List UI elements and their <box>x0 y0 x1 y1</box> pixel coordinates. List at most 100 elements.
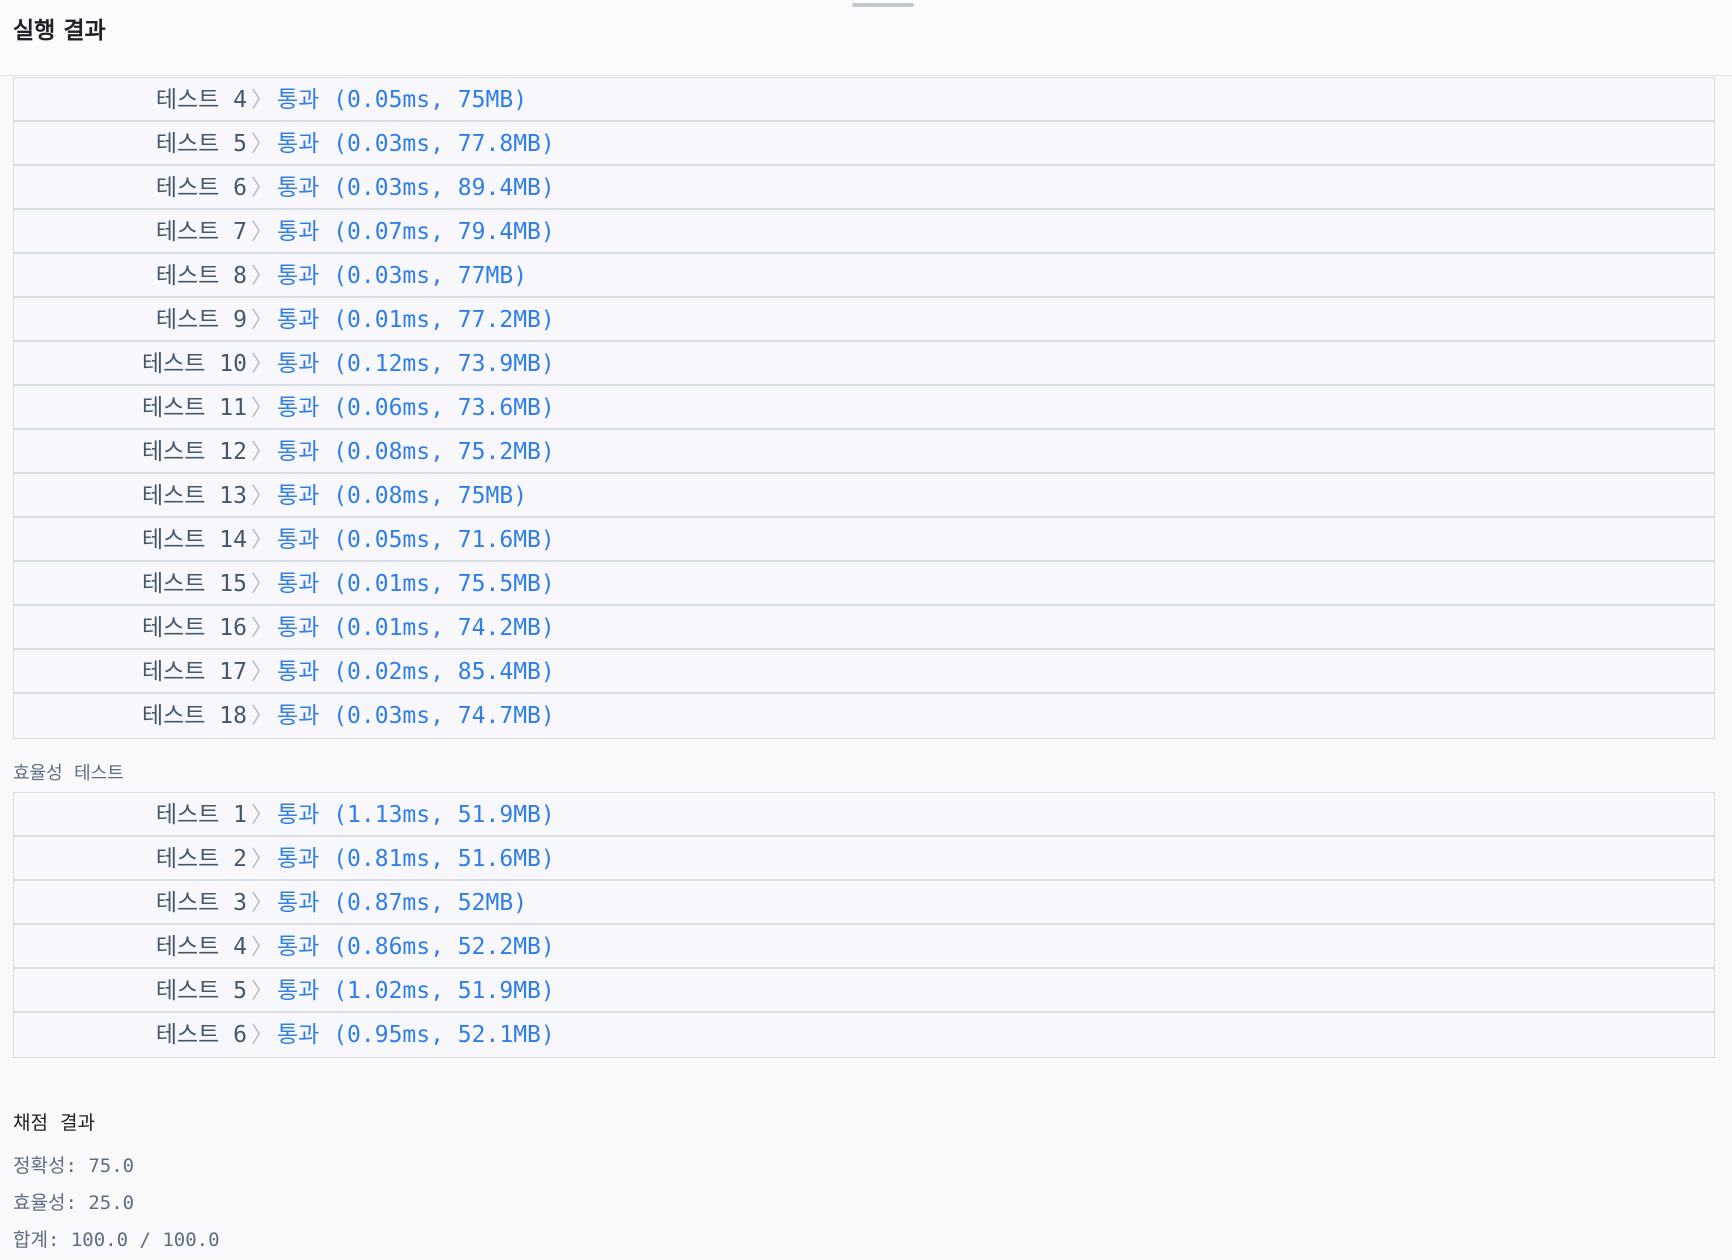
pass-status: 통과 <box>277 527 320 553</box>
test-metrics: (0.01ms, 74.2MB) <box>333 615 555 641</box>
result-row: 테스트 6 〉 통과 (0.03ms, 89.4MB) <box>14 166 1714 210</box>
test-label: 테스트 5 <box>155 131 247 157</box>
test-metrics: (0.02ms, 85.4MB) <box>333 659 555 685</box>
test-metrics: (0.03ms, 77MB) <box>333 263 528 289</box>
test-label: 테스트 17 <box>141 659 247 685</box>
test-label: 테스트 13 <box>141 483 247 509</box>
test-metrics: (0.07ms, 79.4MB) <box>333 219 555 245</box>
chevron-right-icon: 〉 <box>250 935 273 960</box>
efficiency-results-list: 테스트 1 〉 통과 (1.13ms, 51.9MB) 테스트 2 〉 통과 (0.81m… <box>13 792 1715 1058</box>
efficiency-section-label: 효율성 테스트 <box>13 763 124 784</box>
pass-status: 통과 <box>277 483 320 509</box>
pass-status: 통과 <box>277 978 320 1004</box>
pass-status: 통과 <box>277 131 320 157</box>
pass-status: 통과 <box>277 439 320 465</box>
pass-status: 통과 <box>277 615 320 641</box>
result-row: 테스트 6 〉 통과 (0.95ms, 52.1MB) <box>14 1013 1714 1057</box>
test-label: 테스트 3 <box>155 890 247 916</box>
test-metrics: (0.08ms, 75.2MB) <box>333 439 555 465</box>
test-label: 테스트 1 <box>155 802 247 828</box>
result-row: 테스트 8 〉 통과 (0.03ms, 77MB) <box>14 254 1714 298</box>
result-row: 테스트 13 〉 통과 (0.08ms, 75MB) <box>14 474 1714 518</box>
pass-status: 통과 <box>277 263 320 289</box>
result-row: 테스트 5 〉 통과 (1.02ms, 51.9MB) <box>14 969 1714 1013</box>
test-label: 테스트 5 <box>155 978 247 1004</box>
test-label: 테스트 15 <box>141 571 247 597</box>
chevron-right-icon: 〉 <box>250 440 273 465</box>
chevron-right-icon: 〉 <box>250 308 273 333</box>
result-row: 테스트 2 〉 통과 (0.81ms, 51.6MB) <box>14 837 1714 881</box>
grading-title: 채점 결과 <box>13 1112 95 1134</box>
pass-status: 통과 <box>277 703 320 729</box>
result-row: 테스트 3 〉 통과 (0.87ms, 52MB) <box>14 881 1714 925</box>
test-metrics: (0.95ms, 52.1MB) <box>333 1022 555 1048</box>
pass-status: 통과 <box>277 395 320 421</box>
efficiency-score: 효율성: 25.0 <box>13 1192 135 1214</box>
resize-handle[interactable] <box>852 3 914 7</box>
result-row: 테스트 5 〉 통과 (0.03ms, 77.8MB) <box>14 122 1714 166</box>
test-metrics: (0.01ms, 75.5MB) <box>333 571 555 597</box>
test-label: 테스트 8 <box>155 263 247 289</box>
chevron-right-icon: 〉 <box>250 847 273 872</box>
chevron-right-icon: 〉 <box>250 220 273 245</box>
test-metrics: (0.08ms, 75MB) <box>333 483 528 509</box>
panel-title: 실행 결과 <box>13 18 106 44</box>
test-label: 테스트 4 <box>155 934 247 960</box>
test-label: 테스트 7 <box>155 219 247 245</box>
test-label: 테스트 18 <box>141 703 247 729</box>
pass-status: 통과 <box>277 175 320 201</box>
result-row: 테스트 11 〉 통과 (0.06ms, 73.6MB) <box>14 386 1714 430</box>
test-metrics: (0.03ms, 74.7MB) <box>333 703 555 729</box>
chevron-right-icon: 〉 <box>250 891 273 916</box>
chevron-right-icon: 〉 <box>250 88 273 113</box>
pass-status: 통과 <box>277 351 320 377</box>
pass-status: 통과 <box>277 934 320 960</box>
test-label: 테스트 10 <box>141 351 247 377</box>
test-label: 테스트 6 <box>155 175 247 201</box>
test-metrics: (0.05ms, 75MB) <box>333 87 528 113</box>
result-row: 테스트 12 〉 통과 (0.08ms, 75.2MB) <box>14 430 1714 474</box>
test-metrics: (0.03ms, 77.8MB) <box>333 131 555 157</box>
chevron-right-icon: 〉 <box>250 396 273 421</box>
pass-status: 통과 <box>277 307 320 333</box>
chevron-right-icon: 〉 <box>250 132 273 157</box>
accuracy-results-list: 테스트 4 〉 통과 (0.05ms, 75MB) 테스트 5 〉 통과 (0.03ms,… <box>13 77 1715 739</box>
result-row: 테스트 9 〉 통과 (0.01ms, 77.2MB) <box>14 298 1714 342</box>
test-label: 테스트 9 <box>155 307 247 333</box>
test-metrics: (0.81ms, 51.6MB) <box>333 846 555 872</box>
pass-status: 통과 <box>277 846 320 872</box>
test-label: 테스트 6 <box>155 1022 247 1048</box>
chevron-right-icon: 〉 <box>250 979 273 1004</box>
test-label: 테스트 11 <box>141 395 247 421</box>
chevron-right-icon: 〉 <box>250 704 273 729</box>
result-row: 테스트 16 〉 통과 (0.01ms, 74.2MB) <box>14 606 1714 650</box>
pass-status: 통과 <box>277 87 320 113</box>
test-label: 테스트 12 <box>141 439 247 465</box>
test-metrics: (0.03ms, 89.4MB) <box>333 175 555 201</box>
result-row: 테스트 18 〉 통과 (0.03ms, 74.7MB) <box>14 694 1714 738</box>
chevron-right-icon: 〉 <box>250 484 273 509</box>
chevron-right-icon: 〉 <box>250 660 273 685</box>
chevron-right-icon: 〉 <box>250 1023 273 1048</box>
chevron-right-icon: 〉 <box>250 352 273 377</box>
test-metrics: (0.12ms, 73.9MB) <box>333 351 555 377</box>
test-label: 테스트 4 <box>155 87 247 113</box>
pass-status: 통과 <box>277 219 320 245</box>
test-metrics: (0.87ms, 52MB) <box>333 890 528 916</box>
result-row: 테스트 14 〉 통과 (0.05ms, 71.6MB) <box>14 518 1714 562</box>
result-row: 테스트 4 〉 통과 (0.86ms, 52.2MB) <box>14 925 1714 969</box>
total-score: 합계: 100.0 / 100.0 <box>13 1229 220 1251</box>
chevron-right-icon: 〉 <box>250 803 273 828</box>
chevron-right-icon: 〉 <box>250 528 273 553</box>
test-metrics: (0.05ms, 71.6MB) <box>333 527 555 553</box>
result-row: 테스트 15 〉 통과 (0.01ms, 75.5MB) <box>14 562 1714 606</box>
test-metrics: (1.02ms, 51.9MB) <box>333 978 555 1004</box>
test-metrics: (1.13ms, 51.9MB) <box>333 802 555 828</box>
pass-status: 통과 <box>277 802 320 828</box>
result-row: 테스트 4 〉 통과 (0.05ms, 75MB) <box>14 78 1714 122</box>
test-label: 테스트 16 <box>141 615 247 641</box>
test-metrics: (0.01ms, 77.2MB) <box>333 307 555 333</box>
chevron-right-icon: 〉 <box>250 616 273 641</box>
result-row: 테스트 17 〉 통과 (0.02ms, 85.4MB) <box>14 650 1714 694</box>
chevron-right-icon: 〉 <box>250 572 273 597</box>
